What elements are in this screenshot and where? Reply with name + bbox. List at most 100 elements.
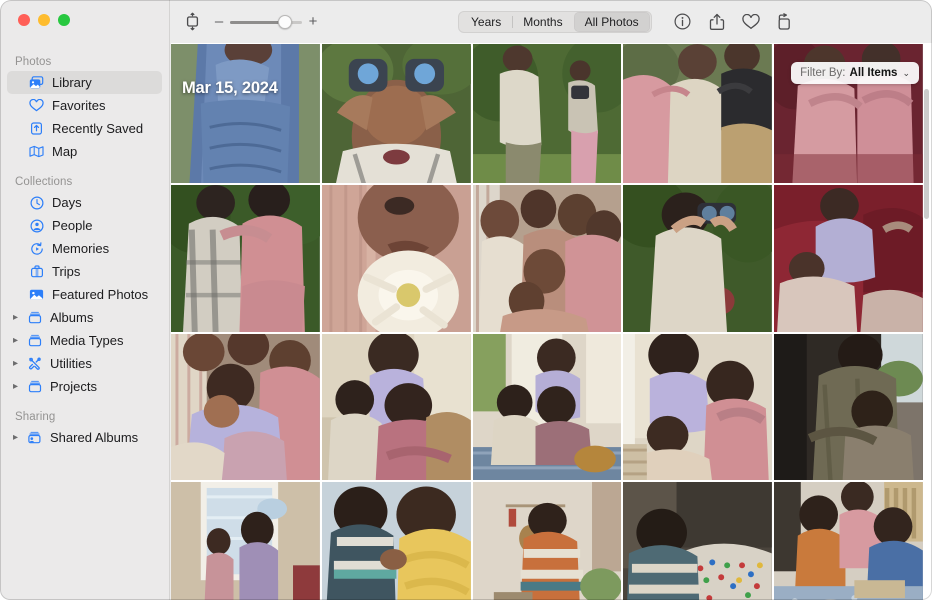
sidebar-item-library[interactable]: Library xyxy=(7,71,162,94)
photo-cell[interactable] xyxy=(171,334,320,480)
utilities-icon xyxy=(25,357,44,370)
chevron-right-icon[interactable]: ▸ xyxy=(13,335,25,346)
clock-icon xyxy=(27,195,46,210)
photo-thumbnail xyxy=(321,185,471,332)
sidebar-item-favorites[interactable]: Favorites xyxy=(7,94,162,117)
photo-cell[interactable] xyxy=(472,185,622,332)
toolbar-action-icons xyxy=(674,12,794,31)
zoom-button[interactable] xyxy=(58,14,70,26)
window-controls xyxy=(18,14,70,26)
photo-cell[interactable] xyxy=(774,185,923,332)
sidebar-item-media-types[interactable]: ▸ Media Types xyxy=(7,329,162,352)
minimize-button[interactable] xyxy=(38,14,50,26)
favorite-heart-icon[interactable] xyxy=(741,13,760,31)
zoom-slider[interactable] xyxy=(230,14,302,29)
zoom-out-button[interactable]: – xyxy=(214,14,224,29)
photo-cell[interactable] xyxy=(321,334,471,480)
album-icon xyxy=(25,311,44,324)
sidebar-section-photos: Photos xyxy=(15,56,52,68)
photo-grid-area: Mar 15, 2024 Filter By: All Items ⌄ xyxy=(171,43,932,600)
photo-cell[interactable] xyxy=(171,185,320,332)
photos-window: Photos Library Favorites Recently Saved … xyxy=(0,0,932,600)
sidebar-item-projects[interactable]: ▸ Projects xyxy=(7,375,162,398)
photo-cell[interactable] xyxy=(472,44,622,183)
filter-by-dropdown[interactable]: Filter By: All Items ⌄ xyxy=(791,62,919,84)
sidebar-section-sharing: Sharing xyxy=(15,411,56,423)
sidebar-item-people[interactable]: People xyxy=(7,214,162,237)
sidebar-item-memories[interactable]: Memories xyxy=(7,237,162,260)
tab-all-photos[interactable]: All Photos xyxy=(573,11,650,32)
photo-cell[interactable] xyxy=(623,334,773,480)
photo-cell[interactable] xyxy=(623,482,773,600)
photo-thumbnail xyxy=(171,482,320,600)
photo-grid xyxy=(171,44,923,600)
sidebar-item-shared-albums[interactable]: ▸ Shared Albums xyxy=(7,426,162,449)
photo-thumbnail xyxy=(774,482,923,600)
photo-thumbnail xyxy=(623,185,773,332)
album-icon xyxy=(25,380,44,393)
chevron-right-icon[interactable]: ▸ xyxy=(13,381,25,392)
vertical-scrollbar[interactable] xyxy=(923,89,930,600)
sidebar: Photos Library Favorites Recently Saved … xyxy=(0,0,170,600)
chevron-right-icon[interactable]: ▸ xyxy=(13,432,25,443)
slider-fill xyxy=(230,20,284,24)
sidebar-item-label: Map xyxy=(52,144,78,159)
photo-thumbnail xyxy=(171,334,320,480)
sidebar-item-label: Featured Photos xyxy=(52,287,149,302)
slider-knob[interactable] xyxy=(278,14,292,29)
sidebar-item-days[interactable]: Days xyxy=(7,191,162,214)
photo-thumbnail xyxy=(171,185,320,332)
sidebar-item-map[interactable]: Map xyxy=(7,140,162,163)
tab-months[interactable]: Months xyxy=(512,12,573,32)
photo-cell[interactable] xyxy=(623,44,773,183)
rotate-icon[interactable] xyxy=(776,12,794,31)
sidebar-section-collections: Collections xyxy=(15,176,73,188)
photo-cell[interactable] xyxy=(774,482,923,600)
heart-icon xyxy=(27,99,46,112)
photo-cell[interactable] xyxy=(321,185,471,332)
photo-cell[interactable] xyxy=(472,482,622,600)
photo-thumbnail xyxy=(472,185,622,332)
sidebar-item-recently-saved[interactable]: Recently Saved xyxy=(7,117,162,140)
sidebar-item-trips[interactable]: Trips xyxy=(7,260,162,283)
photo-cell[interactable] xyxy=(321,44,471,183)
photo-thumbnail xyxy=(623,482,773,600)
chevron-right-icon[interactable]: ▸ xyxy=(13,312,25,323)
photo-cell[interactable] xyxy=(472,334,622,480)
library-icon xyxy=(27,76,46,89)
date-badge: Mar 15, 2024 xyxy=(182,79,278,97)
info-icon[interactable] xyxy=(674,13,692,31)
share-icon[interactable] xyxy=(708,13,726,31)
sidebar-item-label: Media Types xyxy=(50,333,124,348)
photo-cell[interactable] xyxy=(774,334,923,480)
featured-photos-icon xyxy=(27,288,46,301)
zoom-in-button[interactable]: + xyxy=(308,14,318,29)
close-button[interactable] xyxy=(18,14,30,26)
filter-label: Filter By: xyxy=(800,67,846,79)
sidebar-item-label: Projects xyxy=(50,379,97,394)
sidebar-item-label: Favorites xyxy=(52,98,106,113)
sidebar-scroll-area: Photos Library Favorites Recently Saved … xyxy=(0,44,169,600)
toolbar-left-group: – + xyxy=(170,10,318,34)
photo-thumbnail xyxy=(623,44,773,183)
chevron-down-icon[interactable]: ⌄ xyxy=(902,68,910,79)
sidebar-item-label: Library xyxy=(52,75,92,90)
tab-years[interactable]: Years xyxy=(460,12,512,32)
sidebar-item-albums[interactable]: ▸ Albums xyxy=(7,306,162,329)
chevron-right-icon[interactable]: ▸ xyxy=(13,358,25,369)
photo-thumbnail xyxy=(321,334,471,480)
sidebar-item-label: Recently Saved xyxy=(52,121,144,136)
photo-thumbnail xyxy=(472,44,622,183)
photo-cell[interactable] xyxy=(171,482,320,600)
aspect-ratio-button[interactable] xyxy=(179,10,205,34)
sidebar-item-utilities[interactable]: ▸ Utilities xyxy=(7,352,162,375)
photo-thumbnail xyxy=(472,334,622,480)
photo-cell[interactable] xyxy=(321,482,471,600)
sidebar-item-label: Memories xyxy=(52,241,110,256)
toolbar-center-group: Years Months All Photos xyxy=(458,10,794,33)
trips-icon xyxy=(27,265,46,278)
photo-cell[interactable] xyxy=(623,185,773,332)
scrollbar-thumb[interactable] xyxy=(924,89,929,219)
sidebar-item-featured-photos[interactable]: Featured Photos xyxy=(7,283,162,306)
photo-cell[interactable] xyxy=(171,44,320,183)
